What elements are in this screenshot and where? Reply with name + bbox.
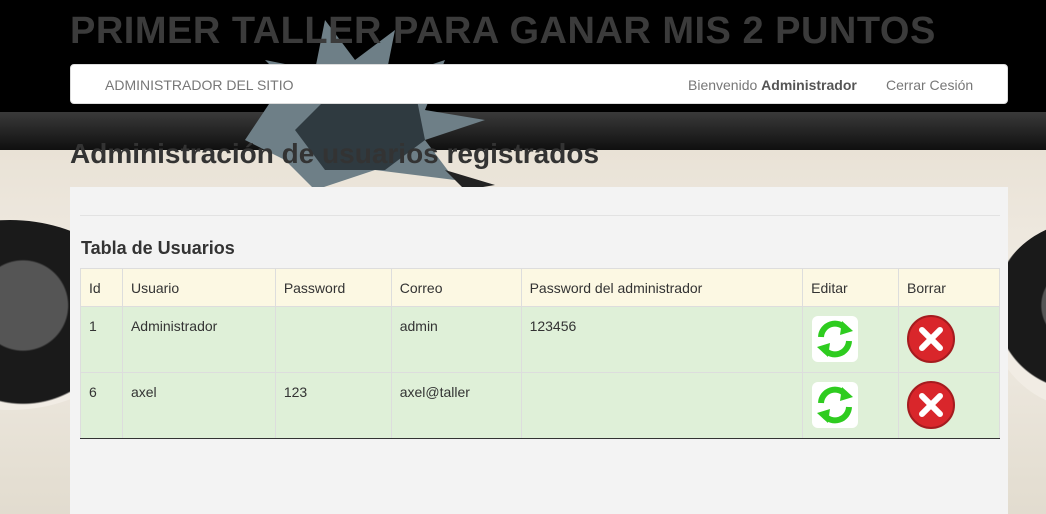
divider (80, 215, 1000, 216)
cell-delete (898, 306, 1000, 373)
table-row: 1 Administrador admin 123456 (80, 306, 1000, 373)
column-header: Id (80, 268, 123, 307)
refresh-icon[interactable] (811, 315, 859, 363)
cell-password (274, 306, 392, 373)
table-title: Tabla de Usuarios (81, 238, 235, 258)
cell-usuario: Administrador (121, 306, 276, 373)
cell-delete (898, 372, 1000, 439)
column-header: Password (274, 268, 392, 307)
navbar-brand[interactable]: ADMINISTRADOR DEL SITIO (105, 77, 294, 93)
column-header: Editar (802, 268, 900, 307)
column-header: Usuario (121, 268, 276, 307)
column-header: Password del administrador (520, 268, 804, 307)
delete-icon[interactable] (907, 381, 956, 429)
cell-admin-password (520, 372, 804, 439)
cell-edit (802, 372, 900, 439)
column-header: Correo (390, 268, 522, 307)
column-header: Borrar (898, 268, 1000, 307)
table-header-row: Id Usuario Password Correo Password del … (80, 268, 1000, 307)
page-heading: Administración de usuarios registrados (70, 138, 600, 169)
cell-correo: axel@taller (390, 372, 522, 439)
content-panel: Tabla de Usuarios Id Usuario Password Co… (70, 187, 1008, 514)
cell-id: 1 (80, 306, 123, 373)
navbar: ADMINISTRADOR DEL SITIO Bienvenido Admin… (70, 64, 1008, 104)
users-table: Id Usuario Password Correo Password del … (80, 268, 1000, 439)
refresh-icon[interactable] (811, 381, 859, 429)
cell-admin-password: 123456 (520, 306, 804, 373)
welcome-text: Bienvenido Administrador (688, 77, 857, 93)
site-title: PRIMER TALLER PARA GANAR MIS 2 PUNTOS (70, 10, 936, 52)
delete-icon[interactable] (907, 315, 956, 363)
cell-password: 123 (274, 372, 392, 439)
table-row: 6 axel 123 axel@taller (80, 372, 1000, 439)
welcome-username: Administrador (761, 77, 857, 93)
cell-id: 6 (80, 372, 123, 439)
logout-link[interactable]: Cerrar Cesión (886, 77, 973, 93)
cell-usuario: axel (121, 372, 276, 439)
cell-correo: admin (390, 306, 522, 373)
cell-edit (802, 306, 900, 373)
